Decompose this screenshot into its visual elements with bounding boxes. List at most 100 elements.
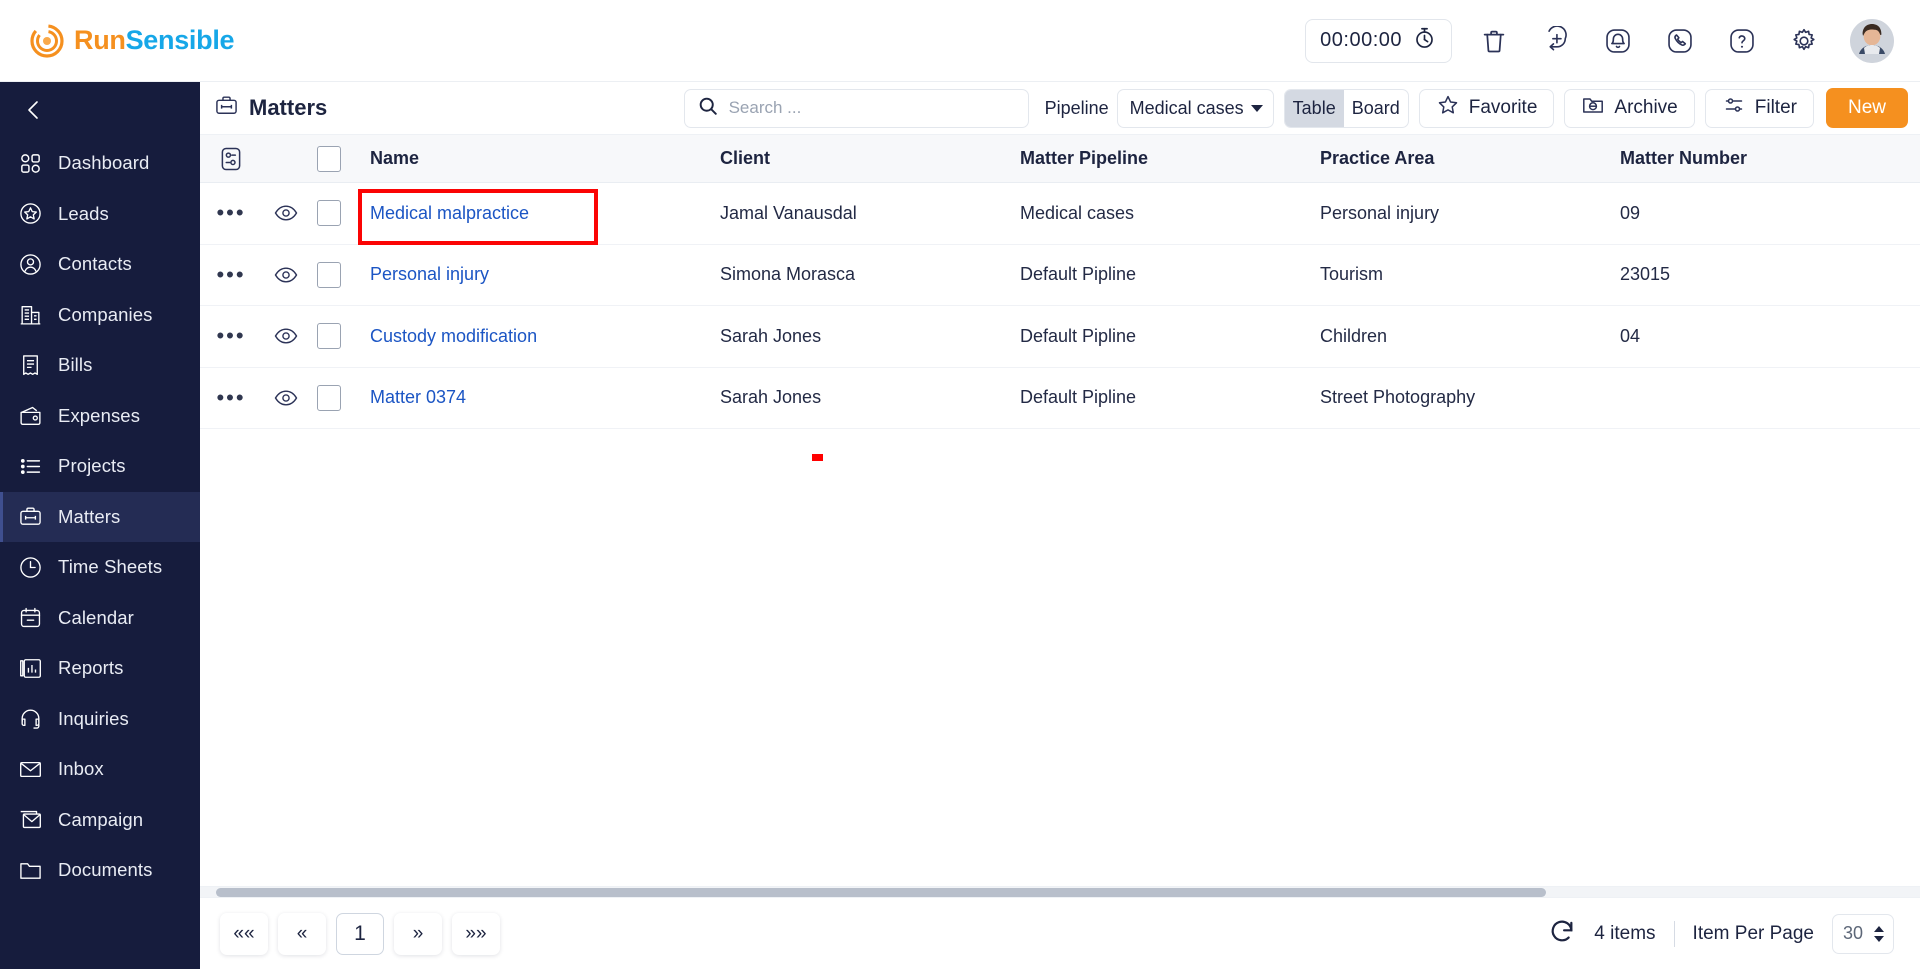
filter-button[interactable]: Filter — [1704, 88, 1814, 128]
sidebar-item-label: Inbox — [58, 758, 104, 780]
sidebar-item-bills[interactable]: Bills — [0, 340, 200, 391]
gear-icon[interactable] — [1784, 21, 1824, 61]
cursor-marker — [812, 454, 823, 461]
trash-icon[interactable] — [1474, 21, 1514, 61]
table-row[interactable]: ••• Personal injury Simona Morasca Defau… — [200, 245, 1920, 306]
search-input[interactable] — [728, 98, 1016, 118]
practice-area-cell: Street Photography — [1320, 387, 1476, 408]
chevron-down-icon — [1250, 104, 1263, 112]
horizontal-scrollbar[interactable] — [200, 886, 1920, 897]
matter-name-link[interactable]: Custody modification — [370, 326, 537, 346]
tab-table[interactable]: Table — [1284, 89, 1344, 127]
sidebar-item-inquiries[interactable]: Inquiries — [0, 694, 200, 745]
sidebar-item-companies[interactable]: Companies — [0, 290, 200, 341]
matter-name-cell: Matter 0374 — [348, 387, 720, 408]
sidebar-item-calendar[interactable]: Calendar — [0, 593, 200, 644]
practice-area-cell: Tourism — [1320, 264, 1384, 285]
client-cell: Simona Morasca — [720, 264, 856, 285]
search-box[interactable] — [683, 88, 1029, 128]
pipeline-select[interactable]: Medical cases — [1116, 88, 1274, 128]
list-icon — [16, 452, 44, 480]
timer-icon[interactable] — [1412, 25, 1437, 56]
star-icon — [1436, 93, 1460, 123]
current-page-button[interactable]: 1 — [336, 912, 384, 955]
more-options-icon[interactable]: ••• — [200, 262, 262, 288]
column-header-client[interactable]: Client — [720, 148, 1020, 169]
sidebar-item-campaign[interactable]: Campaign — [0, 795, 200, 846]
more-options-icon[interactable]: ••• — [200, 200, 262, 226]
archive-button[interactable]: Archive — [1564, 88, 1695, 128]
sidebar-item-documents[interactable]: Documents — [0, 845, 200, 896]
sidebar-item-time-sheets[interactable]: Time Sheets — [0, 542, 200, 593]
matter-name-link[interactable]: Personal injury — [370, 264, 489, 284]
next-page-button[interactable]: » — [394, 912, 442, 955]
page-title-group: Matters — [214, 93, 327, 123]
more-options-icon[interactable]: ••• — [200, 323, 262, 349]
brand-logo-area[interactable]: RunSensible — [30, 23, 235, 58]
favorite-button[interactable]: Favorite — [1418, 88, 1555, 128]
row-checkbox[interactable] — [317, 384, 341, 411]
sidebar-item-dashboard[interactable]: Dashboard — [0, 138, 200, 189]
row-checkbox[interactable] — [317, 323, 341, 350]
last-page-button[interactable]: »» — [452, 912, 500, 955]
new-button[interactable]: New — [1825, 88, 1908, 128]
sidebar-item-projects[interactable]: Projects — [0, 441, 200, 492]
matter-pipeline-cell: Default Pipline — [1020, 325, 1137, 346]
eye-icon[interactable] — [262, 262, 310, 288]
help-icon[interactable] — [1722, 21, 1762, 61]
select-all-checkbox[interactable] — [317, 145, 341, 172]
table-row[interactable]: ••• Custody modification Sarah Jones Def… — [200, 306, 1920, 368]
table-footer: «« « 1 » »» 4 items Item Per Page 30 — [200, 897, 1920, 969]
body-wrapper: Dashboard Leads Contacts Companies Bills… — [0, 82, 1920, 969]
table-header-row: Name Client Matter Pipeline Practice Are… — [200, 135, 1920, 183]
timer-widget[interactable]: 00:00:00 — [1305, 18, 1452, 63]
horizontal-scrollbar-thumb[interactable] — [216, 888, 1546, 897]
client-cell: Jamal Vanausdal — [720, 202, 857, 223]
table-row[interactable]: ••• Matter 0374 Sarah Jones Default Pipl… — [200, 368, 1920, 429]
sidebar-item-reports[interactable]: Reports — [0, 643, 200, 694]
column-header-name[interactable]: Name — [348, 148, 720, 169]
column-header-number[interactable]: Matter Number — [1620, 148, 1880, 169]
more-options-icon[interactable]: ••• — [200, 385, 262, 411]
refresh-icon[interactable] — [1548, 917, 1576, 951]
matter-pipeline-cell: Default Pipline — [1020, 264, 1137, 285]
stepper-arrows-icon — [1872, 924, 1886, 944]
dashboard-icon — [16, 149, 44, 177]
eye-icon[interactable] — [262, 385, 310, 411]
previous-page-button[interactable]: « — [278, 912, 326, 955]
sidebar-item-contacts[interactable]: Contacts — [0, 239, 200, 290]
tab-board[interactable]: Board — [1344, 90, 1408, 127]
row-checkbox[interactable] — [317, 200, 341, 227]
column-settings-icon[interactable] — [200, 145, 262, 173]
clock-icon — [16, 553, 44, 581]
first-page-button[interactable]: «« — [220, 912, 268, 955]
table-row[interactable]: ••• Medical malpractice Jamal Vanausdal … — [200, 183, 1920, 245]
star-badge-icon — [16, 200, 44, 228]
calendar-icon — [16, 604, 44, 632]
row-checkbox-cell — [310, 323, 348, 350]
sidebar-item-expenses[interactable]: Expenses — [0, 391, 200, 442]
row-checkbox[interactable] — [317, 261, 341, 288]
sidebar-item-leads[interactable]: Leads — [0, 189, 200, 240]
items-per-page-select[interactable]: 30 — [1832, 913, 1894, 954]
avatar[interactable] — [1850, 18, 1894, 63]
briefcase-icon — [214, 93, 239, 123]
matter-name-link[interactable]: Matter 0374 — [370, 387, 466, 407]
notification-bell-icon[interactable] — [1598, 21, 1638, 61]
envelope-icon — [16, 755, 44, 783]
phone-icon[interactable] — [1660, 21, 1700, 61]
column-header-pipeline[interactable]: Matter Pipeline — [1020, 148, 1320, 169]
column-header-practice[interactable]: Practice Area — [1320, 148, 1620, 169]
matter-name-link[interactable]: Medical malpractice — [370, 203, 529, 223]
brand-name-sensible: Sensible — [125, 25, 235, 55]
matter-name-cell: Medical malpractice — [348, 188, 720, 245]
eye-icon[interactable] — [262, 200, 310, 226]
user-circle-icon — [16, 250, 44, 278]
pipeline-selected-value: Medical cases — [1129, 97, 1244, 118]
add-circle-icon[interactable] — [1536, 21, 1576, 61]
sidebar-item-inbox[interactable]: Inbox — [0, 744, 200, 795]
sidebar-item-label: Contacts — [58, 253, 132, 275]
sidebar-collapse-button[interactable] — [0, 86, 200, 138]
eye-icon[interactable] — [262, 323, 310, 349]
sidebar-item-matters[interactable]: Matters — [0, 491, 200, 542]
